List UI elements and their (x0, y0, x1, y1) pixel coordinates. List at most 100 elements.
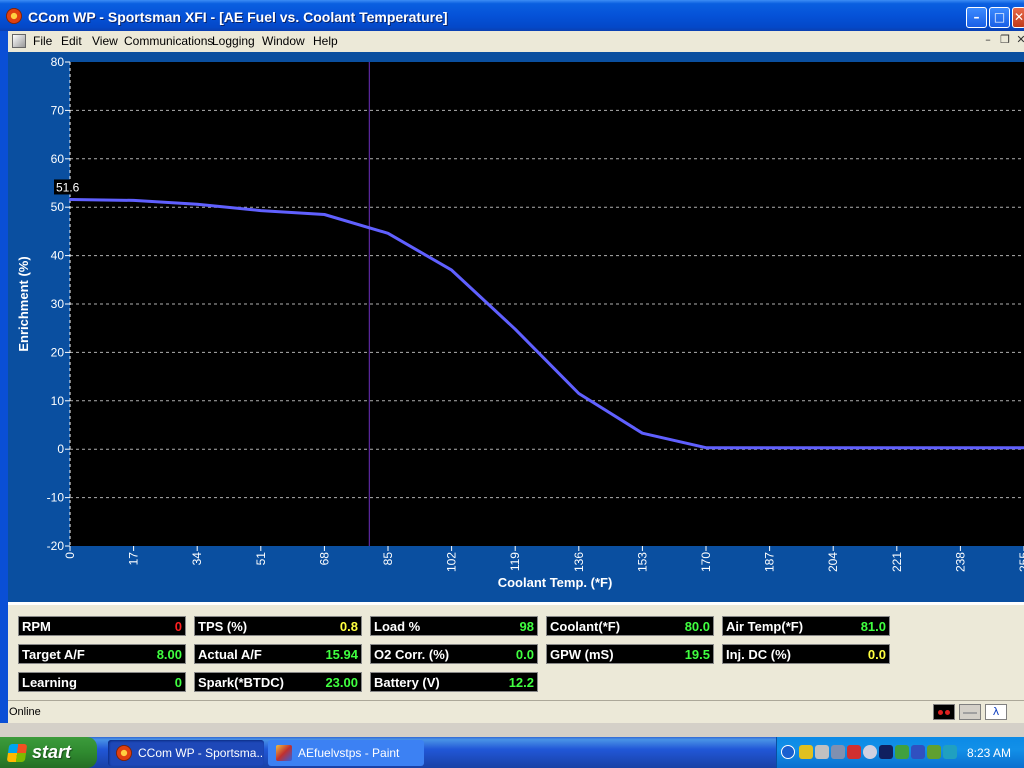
system-tray: 8:23 AM (776, 737, 1024, 768)
menu-file[interactable]: File (33, 34, 52, 48)
data-point (832, 446, 835, 449)
x-tick-label: 187 (763, 552, 777, 572)
start-label: start (32, 742, 72, 762)
network-icon[interactable] (831, 745, 845, 759)
gauge-value: 12.2 (508, 675, 534, 690)
gauge-rpm: RPM 0 (18, 616, 186, 636)
gauge-value: 23.00 (325, 675, 358, 690)
y-tick-label: -20 (47, 539, 65, 553)
chevron-left-icon[interactable] (781, 745, 795, 759)
gauge-actual-af: Actual A/F 15.94 (194, 644, 362, 664)
x-tick-label: 102 (445, 552, 459, 572)
document-icon[interactable] (12, 34, 26, 48)
data-point (704, 446, 708, 449)
data-point (577, 392, 580, 395)
taskbar-item-label: AEfuelvstps - Paint (298, 746, 400, 760)
start-button[interactable]: start (0, 737, 97, 768)
gauge-value: 80.0 (684, 619, 710, 634)
star-icon[interactable] (879, 745, 893, 759)
windows-flag-icon (6, 744, 28, 762)
status-text: Online (9, 706, 41, 718)
x-tick-label: 85 (381, 552, 395, 566)
data-point (768, 446, 771, 449)
data-point (323, 213, 326, 216)
y-axis-title: Enrichment (%) (16, 256, 31, 351)
gauge-learning: Learning 0 (18, 672, 186, 692)
menu-logging[interactable]: Logging (212, 34, 255, 48)
data-point (196, 203, 199, 206)
chart-panel: -20 -10 0 10 20 30 40 50 60 70 80 0 17 34 51 68 85 102 119… (8, 52, 1024, 602)
menu-edit[interactable]: Edit (61, 34, 82, 48)
gauge-tps: TPS (%) 0.8 (194, 616, 362, 636)
gauge-label: Load % (374, 619, 421, 634)
data-point (895, 446, 898, 449)
gauge-value: 0 (174, 619, 182, 634)
gauge-target-af: Target A/F 8.00 (18, 644, 186, 664)
data-point (259, 209, 262, 212)
gauge-value: 0.0 (515, 647, 534, 662)
minimize-button[interactable]: – (966, 7, 987, 28)
search-icon[interactable] (863, 745, 877, 759)
gauge-label: Spark(*BTDC) (198, 675, 284, 690)
paint-app-icon (276, 745, 292, 761)
close-button[interactable]: ✕ (1012, 7, 1024, 28)
menu-view[interactable]: View (92, 34, 118, 48)
gauge-label: Target A/F (22, 647, 85, 662)
gauge-coolant: Coolant(*F) 80.0 (546, 616, 714, 636)
y-tick-label: 70 (51, 103, 65, 117)
mdi-restore-button[interactable]: ❐ (998, 34, 1012, 47)
menu-communications[interactable]: Communications (124, 34, 213, 48)
taskbar-item-ccom[interactable]: CCom WP - Sportsma... (108, 740, 264, 766)
gauge-o2-corr: O2 Corr. (%) 0.0 (370, 644, 538, 664)
data-point (450, 268, 453, 272)
tool-icon[interactable] (927, 745, 941, 759)
mdi-close-button[interactable]: ✕ (1014, 34, 1024, 47)
gauge-value: 0.8 (339, 619, 358, 634)
x-tick-label: 34 (190, 552, 204, 566)
y-tick-label: 30 (51, 297, 65, 311)
gauge-label: Air Temp(*F) (726, 619, 804, 634)
maximize-button[interactable]: □ (989, 7, 1010, 28)
taskbar: start CCom WP - Sportsma... AEfuelvstps … (0, 737, 1024, 768)
gauge-label: RPM (22, 619, 51, 634)
x-tick-label: 51 (254, 552, 268, 566)
shield-icon[interactable] (799, 745, 813, 759)
gauge-label: Inj. DC (%) (726, 647, 791, 662)
connection-status-icon (933, 704, 955, 720)
gauge-value: 98 (519, 619, 534, 634)
gauge-label: Coolant(*F) (550, 619, 621, 634)
gauge-value: 81.0 (860, 619, 886, 634)
x-tick-label: 170 (699, 552, 713, 572)
title-bar: CCom WP - Sportsman XFI - [AE Fuel vs. C… (0, 0, 1024, 31)
menu-window[interactable]: Window (262, 34, 305, 48)
x-tick-label: 238 (953, 552, 967, 572)
y-tick-label: 20 (51, 345, 65, 359)
mdi-minimize-button[interactable]: – (981, 34, 995, 47)
cursor-readout: 51.6 (56, 180, 80, 194)
security-alert-icon[interactable] (847, 745, 861, 759)
gauge-label: Learning (22, 675, 77, 690)
x-tick-label: 204 (826, 552, 840, 572)
menu-bar: File Edit View Communications Logging Wi… (8, 31, 1024, 52)
gauge-label: Battery (V) (374, 675, 440, 690)
taskbar-item-paint[interactable]: AEfuelvstps - Paint (268, 740, 424, 766)
device-icon[interactable] (911, 745, 925, 759)
menu-help[interactable]: Help (313, 34, 338, 48)
display-icon[interactable] (943, 745, 957, 759)
app-icon[interactable] (6, 8, 22, 24)
gauge-label: O2 Corr. (%) (374, 647, 450, 662)
gauge-value: 0 (174, 675, 182, 690)
window-title: CCom WP - Sportsman XFI - [AE Fuel vs. C… (28, 9, 448, 25)
x-axis-title: Coolant Temp. (*F) (498, 575, 613, 590)
x-tick-label: 17 (127, 552, 141, 566)
gauge-label: TPS (%) (198, 619, 248, 634)
y-tick-label: 60 (51, 152, 65, 166)
x-tick-label: 153 (635, 552, 649, 572)
x-tick-label: 221 (890, 552, 904, 572)
y-tick-label: 80 (51, 55, 65, 69)
taskbar-item-label: CCom WP - Sportsma... (138, 746, 264, 760)
ae-fuel-chart[interactable]: -20 -10 0 10 20 30 40 50 60 70 80 0 17 34 51 68 85 102 119… (8, 52, 1024, 602)
x-tick-label: 68 (317, 552, 331, 566)
wifi-icon[interactable] (815, 745, 829, 759)
update-icon[interactable] (895, 745, 909, 759)
